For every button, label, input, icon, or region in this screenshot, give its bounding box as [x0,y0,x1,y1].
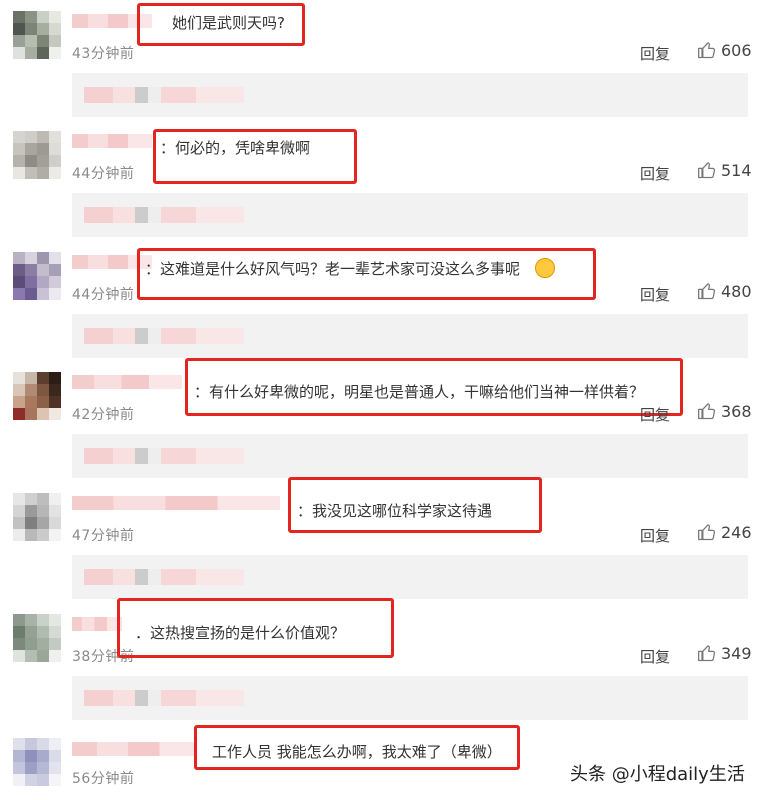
username-blurred[interactable] [72,134,152,148]
like-count: 606 [721,40,752,60]
comment-time: 44分钟前 [72,287,135,303]
sub-reply-blurred [84,328,244,344]
like-count: 368 [721,401,752,421]
reply-button[interactable]: 回复 [640,284,670,305]
sub-reply-preview[interactable] [72,73,748,117]
reply-button[interactable]: 回复 [640,43,670,64]
comment-time: 42分钟前 [72,407,135,423]
highlight-box [185,358,683,416]
like-count: 514 [721,160,752,180]
comment-time: 43分钟前 [72,46,135,62]
comment-time: 47分钟前 [72,528,135,544]
like-count: 480 [721,281,752,301]
comment-item: 38分钟前 ．这热搜宣扬的是什么价值观？ 回复 349 [0,598,771,724]
highlight-box [117,598,394,658]
sub-reply-preview[interactable] [72,555,748,599]
highlight-box [153,129,357,184]
thumbs-up-icon [698,403,716,420]
avatar[interactable] [13,614,61,662]
avatar[interactable] [13,738,61,786]
highlight-box [137,3,305,46]
like-button[interactable]: 606 [697,40,752,60]
thumbs-up-icon [698,42,716,59]
sub-reply-blurred [84,87,244,103]
thumbs-up-icon [698,645,716,662]
thumbs-up-icon [698,524,716,541]
highlight-box [288,477,542,533]
comment-item: 44分钟前 ：这难道是什么好风气吗？老一辈艺术家可没这么多事呢 回复 480 [0,241,771,362]
highlight-box [137,248,596,300]
reply-button[interactable]: 回复 [640,404,670,425]
like-button[interactable]: 480 [697,281,752,301]
avatar[interactable] [13,493,61,541]
sub-reply-preview[interactable] [72,434,748,478]
reply-button[interactable]: 回复 [640,163,670,184]
watermark: 头条 @小程daily生活 [570,764,745,785]
avatar[interactable] [13,11,61,59]
like-button[interactable]: 349 [697,643,752,663]
like-button[interactable]: 246 [697,522,752,542]
username-blurred[interactable] [72,742,197,756]
like-button[interactable]: 368 [697,401,752,421]
username-blurred[interactable] [72,617,122,631]
sub-reply-blurred [84,690,244,706]
highlight-box [194,725,520,770]
comment-time: 56分钟前 [72,771,135,787]
sub-reply-blurred [84,569,244,585]
comment-item: 43分钟前 她们是武则天吗? 回复 606 [0,0,771,121]
sub-reply-blurred [84,448,244,464]
username-blurred[interactable] [72,496,280,510]
comment-item: 42分钟前 ：有什么好卑微的呢，明星也是普通人，干嘛给他们当神一样供着？ 回复 … [0,358,771,482]
comment-item: 47分钟前 ：我没见这哪位科学家这待遇 回复 246 [0,477,771,603]
thumbs-up-icon [698,283,716,300]
sub-reply-preview[interactable] [72,193,748,237]
like-count: 349 [721,643,752,663]
reply-button[interactable]: 回复 [640,646,670,667]
sub-reply-blurred [84,207,244,223]
sub-reply-preview[interactable] [72,676,748,720]
avatar[interactable] [13,131,61,179]
like-button[interactable]: 514 [697,160,752,180]
sub-reply-preview[interactable] [72,314,748,358]
comment-time: 44分钟前 [72,166,135,182]
comment-item: 44分钟前 ：何必的，凭啥卑微啊 回复 514 [0,120,771,241]
avatar[interactable] [13,372,61,420]
like-count: 246 [721,522,752,542]
thumbs-up-icon [698,162,716,179]
username-blurred[interactable] [72,375,182,389]
reply-button[interactable]: 回复 [640,525,670,546]
avatar[interactable] [13,252,61,300]
